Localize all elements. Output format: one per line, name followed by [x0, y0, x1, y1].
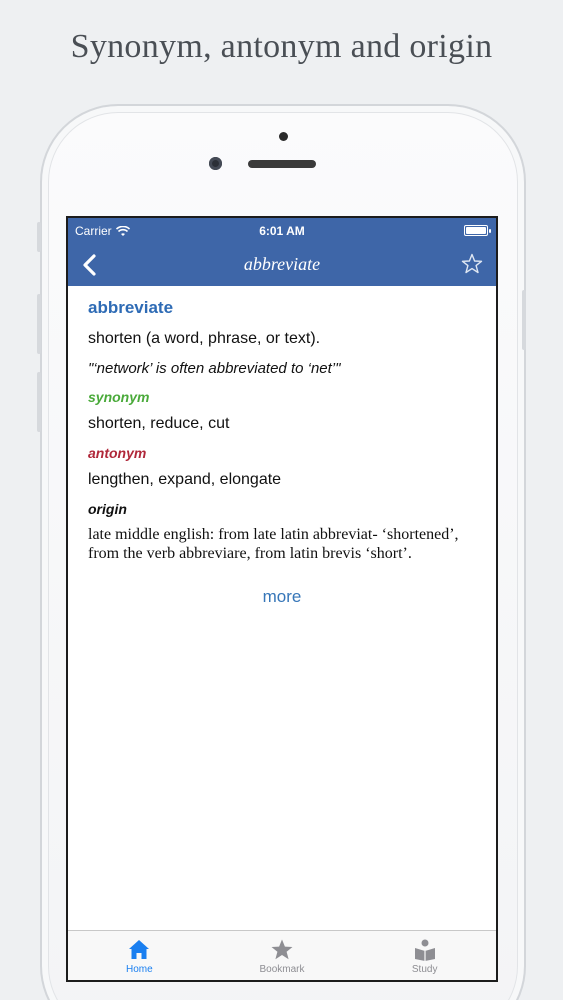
tab-bar: Home Bookmark Study [68, 930, 496, 980]
nav-title: abbreviate [243, 254, 321, 274]
mute-switch [37, 222, 41, 252]
entry-definition: shorten (a word, phrase, or text). [88, 330, 321, 347]
tab-bookmark-label: Bookmark [259, 964, 305, 975]
star-outline-icon[interactable] [460, 252, 484, 276]
synonym-list: shorten, reduce, cut [88, 415, 230, 432]
front-camera [209, 157, 222, 170]
study-icon [414, 939, 435, 961]
home-icon [129, 940, 150, 959]
star-icon [271, 939, 293, 960]
volume-up-button [37, 294, 41, 354]
proximity-sensor [279, 132, 288, 141]
tab-study-label: Study [411, 964, 438, 975]
entry-word: abbreviate [88, 298, 174, 317]
battery-icon [464, 225, 491, 236]
more-link[interactable]: more [88, 587, 476, 607]
power-button [522, 290, 526, 350]
origin-text: late middle english: from late latin abb… [88, 526, 459, 562]
entry-example: "‘network’ is often abbreviated to ‘net’… [88, 360, 341, 377]
earpiece-speaker [248, 160, 316, 168]
tab-home[interactable]: Home [68, 931, 211, 980]
status-time: 6:01 AM [259, 224, 305, 238]
tab-home-label: Home [125, 964, 153, 975]
antonym-label: antonym [88, 445, 147, 461]
antonym-list: lengthen, expand, elongate [88, 471, 282, 488]
navigation-bar: abbreviate [68, 244, 496, 286]
app-screen: Carrier 6:01 AM abbreviate abbreviate sh… [66, 216, 498, 982]
status-bar: Carrier 6:01 AM [68, 218, 496, 244]
synonym-label: synonym [88, 389, 150, 405]
headline: Synonym, antonym and origin [70, 28, 493, 65]
tab-bookmark[interactable]: Bookmark [211, 931, 354, 980]
tab-study[interactable]: Study [353, 931, 496, 980]
volume-down-button [37, 372, 41, 432]
origin-label: origin [88, 501, 127, 517]
entry-content: abbreviate shorten (a word, phrase, or t… [68, 286, 496, 607]
